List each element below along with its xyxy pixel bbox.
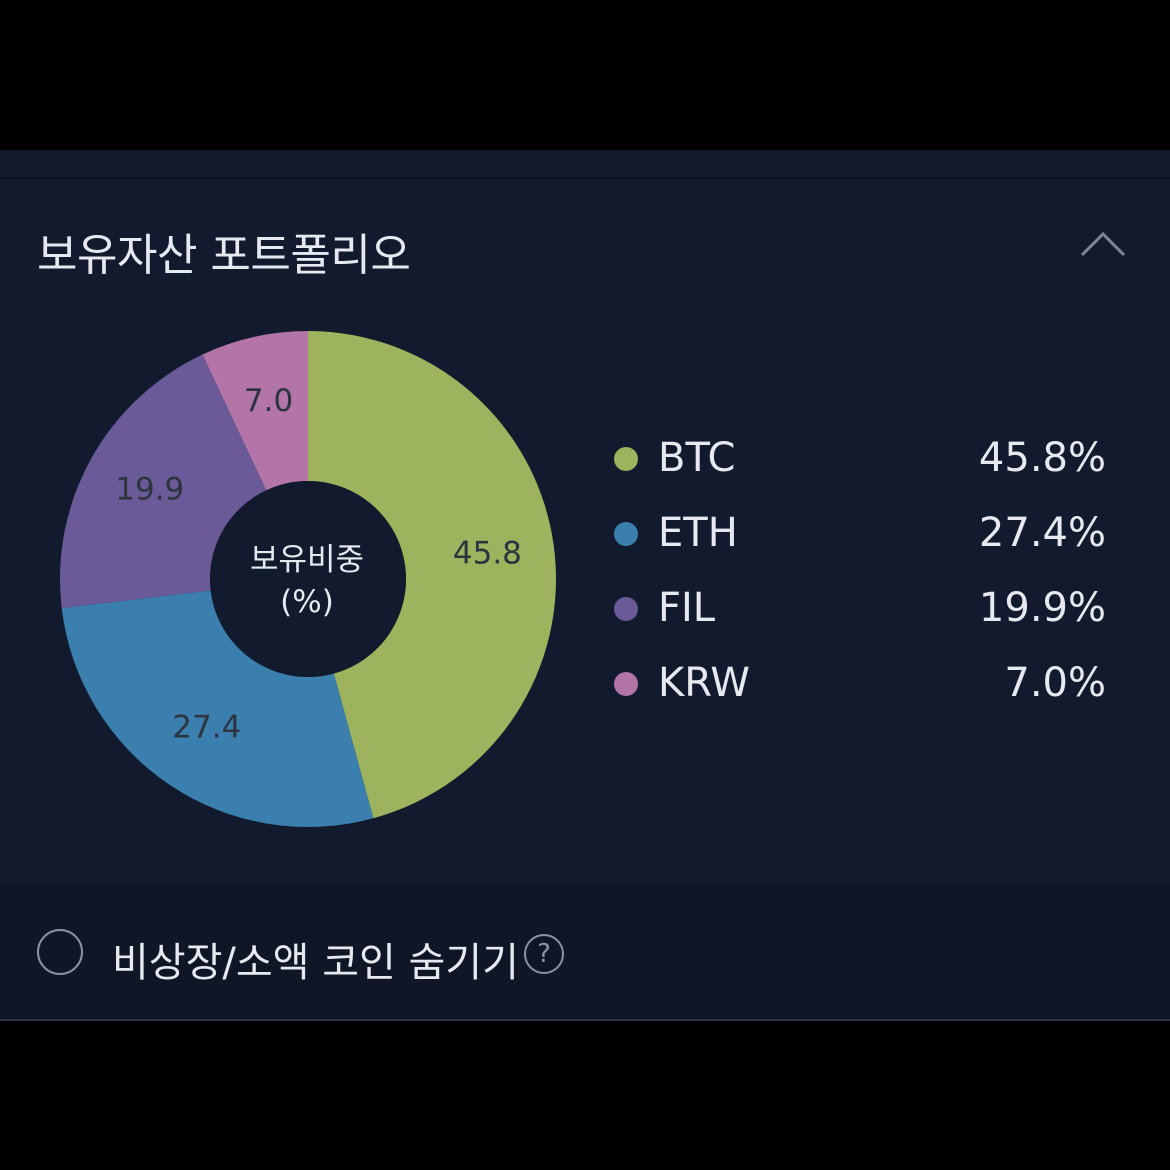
hide-coins-label[interactable]: 비상장/소액 코인 숨기기 — [112, 930, 519, 988]
legend-value: 7.0% — [1004, 660, 1106, 706]
legend-item-krw[interactable]: KRW 7.0% — [610, 654, 1110, 729]
center-label-line2: (%) — [280, 584, 334, 620]
slice-label-krw: 7.0 — [244, 383, 293, 419]
legend-item-eth[interactable]: ETH 27.4% — [610, 504, 1110, 579]
legend-item-fil[interactable]: FIL 19.9% — [610, 579, 1110, 654]
collapse-button[interactable] — [1070, 221, 1136, 271]
legend-dot-eth — [614, 522, 638, 546]
hide-coins-radio[interactable] — [37, 929, 83, 975]
legend-value: 27.4% — [978, 510, 1106, 556]
legend-value: 45.8% — [978, 435, 1106, 481]
top-divider-strip — [0, 150, 1170, 179]
question-circle-icon[interactable]: ? — [524, 934, 564, 974]
legend-dot-fil — [614, 597, 638, 621]
legend-name: ETH — [658, 510, 738, 556]
legend-item-btc[interactable]: BTC 45.8% — [610, 429, 1110, 504]
chart-legend: BTC 45.8% ETH 27.4% FIL 19.9% KRW 7.0% — [610, 429, 1110, 729]
hide-coins-row: 비상장/소액 코인 숨기기 ? — [0, 886, 1170, 1021]
slice-label-eth: 27.4 — [172, 710, 241, 746]
portfolio-panel: 보유자산 포트폴리오 45.8 27.4 19.9 7.0 보유비중 (%) BTC … — [0, 179, 1170, 886]
donut-center-label: 보유비중 (%) — [212, 539, 402, 623]
legend-name: KRW — [658, 660, 750, 706]
donut-chart: 45.8 27.4 19.9 7.0 — [59, 331, 556, 827]
legend-value: 19.9% — [978, 585, 1106, 631]
slice-label-fil: 19.9 — [115, 472, 184, 508]
slice-label-btc: 45.8 — [453, 535, 522, 571]
legend-name: BTC — [658, 435, 736, 481]
center-label-line1: 보유비중 — [249, 542, 365, 578]
legend-dot-krw — [614, 672, 638, 696]
chevron-up-icon — [1080, 231, 1126, 257]
legend-dot-btc — [614, 447, 638, 471]
legend-name: FIL — [658, 585, 716, 631]
